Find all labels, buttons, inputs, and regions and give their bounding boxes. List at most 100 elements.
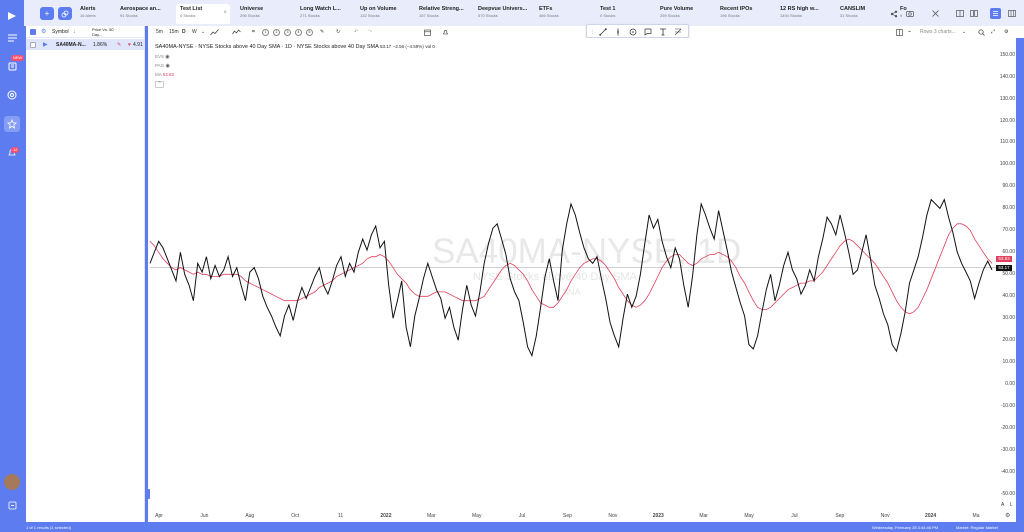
x-tick-label: Sep [835,513,845,519]
tab-title: Aerospace an... [120,6,161,12]
chevron-down-icon[interactable]: ⌄ [962,28,966,36]
y-tick-label: 130.00 [999,95,1015,102]
heart-icon[interactable]: ♥ [128,42,131,48]
legend-volume: vol 0 [425,44,435,49]
layout-4-button[interactable]: 4 [295,28,302,36]
layout-select-icon[interactable] [896,28,903,36]
tab-title: Relative Streng... [419,6,464,12]
settings-icon[interactable] [4,497,20,513]
columns-icon[interactable] [1006,8,1017,19]
layout-2-button[interactable]: 2 [273,28,280,36]
tab-long-watch[interactable]: Long Watch L... 271 Stocks [296,4,354,24]
calendar-icon[interactable] [424,28,431,36]
layout-3-button[interactable]: 3 [284,28,291,36]
menu-icon[interactable] [4,30,20,46]
legend-row-pag: PAG ◉ [155,63,170,69]
avatar[interactable] [4,474,20,490]
vertical-line-icon[interactable] [613,27,622,36]
column-price-vs-sma[interactable]: Price Vs. 50 Day... [92,27,120,37]
alert-icon[interactable]: ✎ [117,42,121,48]
indicator-icon[interactable] [232,28,241,36]
eye-icon[interactable]: ◉ [165,63,169,69]
share-icon[interactable] [888,8,899,19]
tab-canslim[interactable]: CANSLIM 31 Stocks [836,4,894,24]
tab-etfs[interactable]: ETFs 466 Stocks [535,4,593,24]
radar-icon[interactable] [4,87,20,103]
add-tab-button[interactable]: + [40,7,54,20]
tab-aerospace[interactable]: Aerospace an... 91 Stocks [116,4,174,24]
interval-d[interactable]: D [182,28,186,36]
y-tick-label: 20.00 [1002,337,1015,344]
fib-tool-icon[interactable] [673,27,682,36]
layout-1-button[interactable]: 1 [262,28,269,36]
ma-price-label: 53.83 [996,256,1012,263]
drawing-toolbar: ⋮ [586,24,689,38]
layout-icon[interactable] [954,8,965,19]
comment-icon[interactable] [643,27,652,36]
camera-icon[interactable] [904,8,915,19]
market-status: Market: Regular Market [956,525,998,530]
link-icon[interactable] [58,7,72,20]
pattern-icon[interactable]: ⌗ [252,28,255,36]
chart-type-icon[interactable] [210,28,219,36]
bell-icon[interactable] [442,28,449,36]
star-icon[interactable] [4,116,20,132]
refresh-icon[interactable]: ↻ [336,28,340,36]
layout-5-button[interactable]: 5 [306,28,313,36]
pencil-icon[interactable]: ✎ [320,28,324,36]
table-row[interactable]: ▶ SA40MA-N... 1.86% ✎ ♥ 4.91 [26,39,145,50]
rows-select[interactable]: Rows 3 charts... [920,28,956,36]
y-tick-label: 140.00 [999,73,1015,80]
zoom-search-icon[interactable] [978,28,985,36]
interval-15m[interactable]: 15m [169,28,179,36]
tab-up-on-volume[interactable]: Up on Volume 132 Stocks [356,4,414,24]
settings-gear-icon[interactable]: ⚙ [41,28,46,35]
tab-test-list[interactable]: Test List 4 Stocks × [176,4,230,24]
redo-icon[interactable]: ↷ [368,28,372,36]
legend-title: SA40MA-NYSE · NYSE Stocks above 40 Day S… [155,44,379,50]
column-symbol[interactable]: Symbol [52,29,69,35]
tab-universe[interactable]: Universe 296 Stocks [236,4,292,24]
grid-icon[interactable] [968,8,979,19]
log-scale-button[interactable]: L [1010,502,1013,508]
watchlist-panel: ⚙ Symbol ↓ Price Vs. 50 Day... ▶ SA40MA-… [26,26,145,522]
tab-recent-ipos[interactable]: Recent IPOs 196 Stocks [716,4,774,24]
drag-handle-icon[interactable]: ⋮ [588,27,597,36]
chevron-down-icon[interactable]: ⌄ [201,28,205,36]
tab-subtitle: 31 Stocks [840,13,858,18]
row-checkbox[interactable] [30,42,36,48]
play-icon[interactable]: ▶ [43,41,48,48]
tab-subtitle: 1494 Stocks [780,13,803,18]
close-icon[interactable]: × [223,10,227,16]
sort-arrow-icon[interactable]: ↓ [73,29,76,35]
panel-resize-handle[interactable] [147,489,150,499]
gear-icon[interactable]: ⚙ [1004,28,1008,36]
tab-title: ETFs [539,6,553,12]
circle-tool-icon[interactable] [628,27,637,36]
tab-test-1[interactable]: Test 1 0 Stocks [596,4,654,24]
tab-relative-strength[interactable]: Relative Streng... 157 Stocks [415,4,473,24]
collapse-legend-button[interactable]: ⌃ [155,81,164,88]
watermark-subtitle-2: $NA [563,287,581,297]
eye-icon[interactable]: ◉ [165,54,169,60]
tab-pure-volume[interactable]: Pure Volume 259 Stocks [656,4,714,24]
trendline-icon[interactable] [598,27,607,36]
chart-templates-icon[interactable]: ⌁ [908,28,911,36]
x-social-icon[interactable] [930,8,941,19]
logo-icon[interactable] [4,8,20,24]
y-tick-label: 70.00 [1002,227,1015,234]
panel-toggle-icon[interactable] [990,8,1001,19]
settings-gear-icon[interactable]: ⚙ [1005,512,1010,519]
select-all-checkbox[interactable] [30,29,36,35]
tab-rs-high[interactable]: 12 RS high w... 1494 Stocks [776,4,834,24]
tab-deepvue-universe[interactable]: Deepvue Univers... 570 Stocks [474,4,532,24]
datetime: Wednesday, February 28 3:44:46 PM [872,525,939,530]
interval-5m[interactable]: 5m [156,28,163,36]
legend-row-pag-label: PAG [155,63,165,68]
text-tool-icon[interactable] [658,27,667,36]
auto-scale-button[interactable]: A [1001,502,1004,508]
undo-icon[interactable]: ↶ [354,28,358,36]
fullscreen-icon[interactable]: ⤢ [991,28,995,36]
interval-w[interactable]: W [192,28,197,36]
y-tick-label: -30.00 [1000,447,1015,454]
